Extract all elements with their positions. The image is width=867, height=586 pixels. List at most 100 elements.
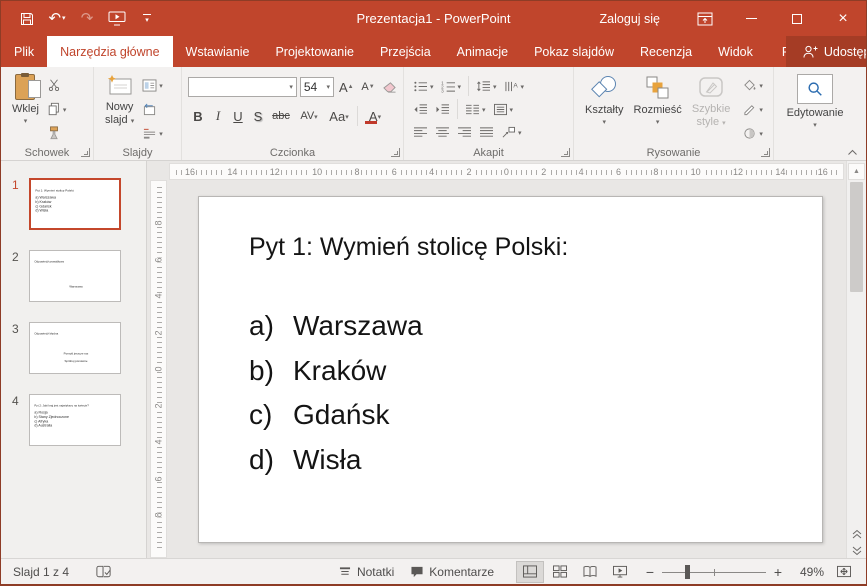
clear-formatting-button[interactable] <box>380 77 399 97</box>
zoom-out-button[interactable]: − <box>644 564 656 580</box>
slideshow-view-button[interactable] <box>606 561 634 583</box>
new-slide-button[interactable]: Nowyslajd ▾ <box>100 71 139 145</box>
paste-button[interactable]: Wklej ▾ <box>7 71 44 145</box>
scroll-up-button[interactable]: ▲ <box>848 163 865 180</box>
cut-button[interactable] <box>44 75 70 95</box>
paragraph-dialog-launcher[interactable] <box>561 148 570 157</box>
comments-button[interactable]: Komentarze <box>402 559 502 584</box>
ribbon-tab[interactable]: Projektowanie <box>262 36 367 67</box>
clipboard-dialog-launcher[interactable] <box>81 148 90 157</box>
close-button[interactable]: × <box>820 1 866 36</box>
justify-button[interactable] <box>476 122 497 142</box>
strikethrough-button[interactable]: abc <box>268 106 294 126</box>
slide-title[interactable]: Pyt 1: Wymień stolicę Polski: <box>249 233 568 262</box>
increase-indent-button[interactable] <box>432 99 453 119</box>
scrollbar-thumb[interactable] <box>850 182 863 292</box>
slide-layout-button[interactable]: ▾ <box>139 75 166 95</box>
slide-thumbnail-2[interactable]: Odpowiedź prawidłowa Warszawa <box>29 250 121 302</box>
zoom-in-button[interactable]: + <box>772 564 784 580</box>
drawing-dialog-launcher[interactable] <box>761 148 770 157</box>
normal-view-button[interactable] <box>516 561 544 583</box>
slide-answer-item[interactable]: b) Kraków <box>249 349 423 394</box>
slide-thumbnail-3[interactable]: Odpowiedź błędna Pomyśl jeszcze razSprób… <box>29 322 121 374</box>
slide-answer-item[interactable]: a) Warszawa <box>249 304 423 349</box>
slide-answer-list[interactable]: a) Warszawa b) Kraków c) Gdańsk d) Wisła <box>249 304 423 482</box>
reading-view-button[interactable] <box>576 561 604 583</box>
slide-canvas[interactable]: Pyt 1: Wymień stolicę Polski: a) Warszaw… <box>198 196 823 543</box>
section-button[interactable]: ▾ <box>139 123 166 143</box>
align-left-button[interactable] <box>410 122 431 142</box>
slide-sorter-view-button[interactable] <box>546 561 574 583</box>
slide-answer-item[interactable]: c) Gdańsk <box>249 393 423 438</box>
numbering-button[interactable]: 123 ▾ <box>438 76 465 96</box>
slide-thumbnail-4[interactable]: Pyt 2: Jaki kraj jest największy na świe… <box>29 394 121 446</box>
previous-slide-button[interactable] <box>848 526 865 541</box>
share-button[interactable]: Udostępnij <box>786 36 867 67</box>
ribbon-tab[interactable]: Pokaz slajdów <box>521 36 627 67</box>
align-right-button[interactable] <box>454 122 475 142</box>
zoom-control: − + 49% <box>644 561 858 583</box>
zoom-slider[interactable] <box>662 565 766 579</box>
ribbon-tab[interactable]: Wstawianie <box>173 36 263 67</box>
fit-slide-to-window-button[interactable] <box>830 561 858 583</box>
slide-indicator[interactable]: Slajd 1 z 4 <box>9 565 69 579</box>
ribbon-tab[interactable]: Narzędzia główne <box>47 36 172 67</box>
horizontal-ruler[interactable]: 1614121086420246810121416 <box>169 163 844 180</box>
decrease-font-size-button[interactable]: A▼ <box>359 77 378 97</box>
tab-plik[interactable]: Plik <box>1 36 47 67</box>
collapse-ribbon-button[interactable] <box>847 149 858 156</box>
slide-thumbnail-1[interactable]: Pyt 1: Wymień stolicę Polski: a) Warszaw… <box>29 178 121 230</box>
bullets-button[interactable]: ▾ <box>410 76 437 96</box>
line-spacing-button[interactable]: ▾ <box>473 76 500 96</box>
columns-button[interactable]: ▾ <box>462 99 489 119</box>
zoom-level[interactable]: 49% <box>790 565 824 579</box>
ribbon-tab[interactable]: Animacje <box>444 36 521 67</box>
undo-button[interactable]: ↶ ▾ <box>47 7 67 31</box>
save-button[interactable] <box>17 7 37 31</box>
ribbon-tab[interactable]: Recenzja <box>627 36 705 67</box>
spellcheck-button[interactable] <box>87 559 120 584</box>
format-painter-button[interactable] <box>44 123 70 143</box>
bold-button[interactable]: B <box>188 106 208 126</box>
shape-outline-button[interactable]: ▾ <box>739 99 766 119</box>
vertical-scrollbar[interactable]: ▲ <box>846 161 866 561</box>
next-slide-button[interactable] <box>848 543 865 558</box>
maximize-button[interactable] <box>774 1 820 36</box>
align-text-button[interactable]: ▾ <box>490 99 517 119</box>
minimize-button[interactable] <box>728 1 774 36</box>
font-dialog-launcher[interactable] <box>391 148 400 157</box>
editing-button[interactable]: Edytowanie ▾ <box>780 71 850 132</box>
character-spacing-button[interactable]: AV▾ <box>294 106 324 126</box>
ribbon-display-options-button[interactable] <box>682 1 728 36</box>
copy-button[interactable]: ▾ <box>44 99 70 119</box>
ribbon-tab[interactable]: Przejścia <box>367 36 444 67</box>
vertical-ruler[interactable]: 864202468 <box>150 180 167 558</box>
text-direction-button[interactable]: A ▾ <box>501 76 528 96</box>
font-size-combobox[interactable]: 54 ▾ <box>300 77 334 97</box>
quick-styles-button[interactable]: Szybkiestyle ▾ <box>687 71 736 145</box>
arrange-button[interactable]: Rozmieść ▾ <box>629 71 687 145</box>
shapes-button[interactable]: Kształty ▾ <box>580 71 629 145</box>
zoom-slider-thumb[interactable] <box>685 565 690 579</box>
start-slideshow-button[interactable] <box>107 7 127 31</box>
ribbon-tab[interactable]: Widok <box>705 36 766 67</box>
text-shadow-button[interactable]: S <box>248 106 268 126</box>
reset-slide-button[interactable] <box>139 99 166 119</box>
shape-effects-button[interactable]: ▾ <box>739 123 766 143</box>
italic-button[interactable]: I <box>208 106 228 126</box>
notes-button[interactable]: Notatki <box>330 559 402 584</box>
font-name-combobox[interactable]: ▾ <box>188 77 297 97</box>
slide-answer-item[interactable]: d) Wisła <box>249 438 423 483</box>
underline-button[interactable]: U <box>228 106 248 126</box>
shape-fill-button[interactable]: ▾ <box>739 75 766 95</box>
align-center-button[interactable] <box>432 122 453 142</box>
sign-in-button[interactable]: Zaloguj się <box>578 12 682 26</box>
decrease-indent-button[interactable] <box>410 99 431 119</box>
redo-button[interactable]: ↷ <box>77 7 97 31</box>
increase-font-size-button[interactable]: A▲ <box>337 77 356 97</box>
convert-to-smartart-button[interactable]: ▾ <box>498 122 525 142</box>
change-case-button[interactable]: Aa▾ <box>324 106 354 126</box>
tell-me-button[interactable]: Powiedz i <box>766 36 786 67</box>
font-color-button[interactable]: A▾ <box>361 106 389 126</box>
customize-qat-button[interactable]: ▾ <box>137 7 157 31</box>
